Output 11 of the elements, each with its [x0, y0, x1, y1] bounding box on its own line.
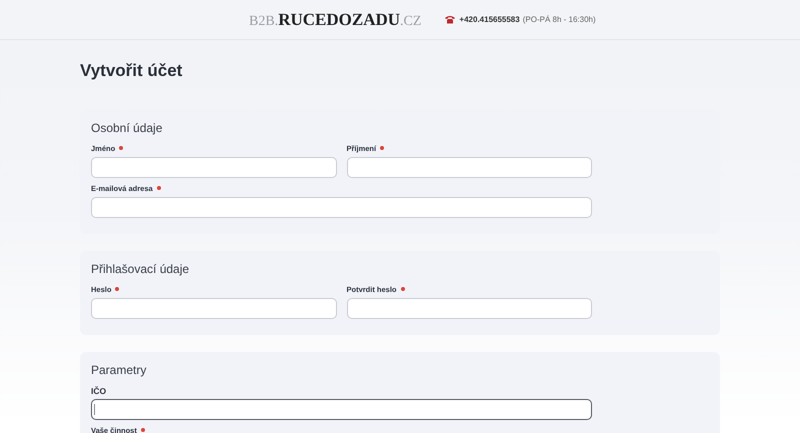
section-title: Přihlašovací údaje — [91, 261, 190, 277]
section-title: Parametry — [91, 362, 148, 378]
field-label: IČO — [91, 384, 106, 398]
page-title: Vytvořit účet — [80, 60, 184, 82]
opening-hours: (PO-PÁ 8h - 16:30h) — [522, 14, 596, 26]
phone-number: +420.415655583 — [459, 14, 520, 26]
input-field[interactable] — [91, 399, 592, 420]
text-cursor-icon — [94, 404, 95, 415]
site-logo[interactable]: B2B.RUCEDOZADU.CZ — [249, 6, 422, 32]
phone-icon — [445, 15, 456, 24]
section-title: Osobní údaje — [91, 120, 164, 136]
